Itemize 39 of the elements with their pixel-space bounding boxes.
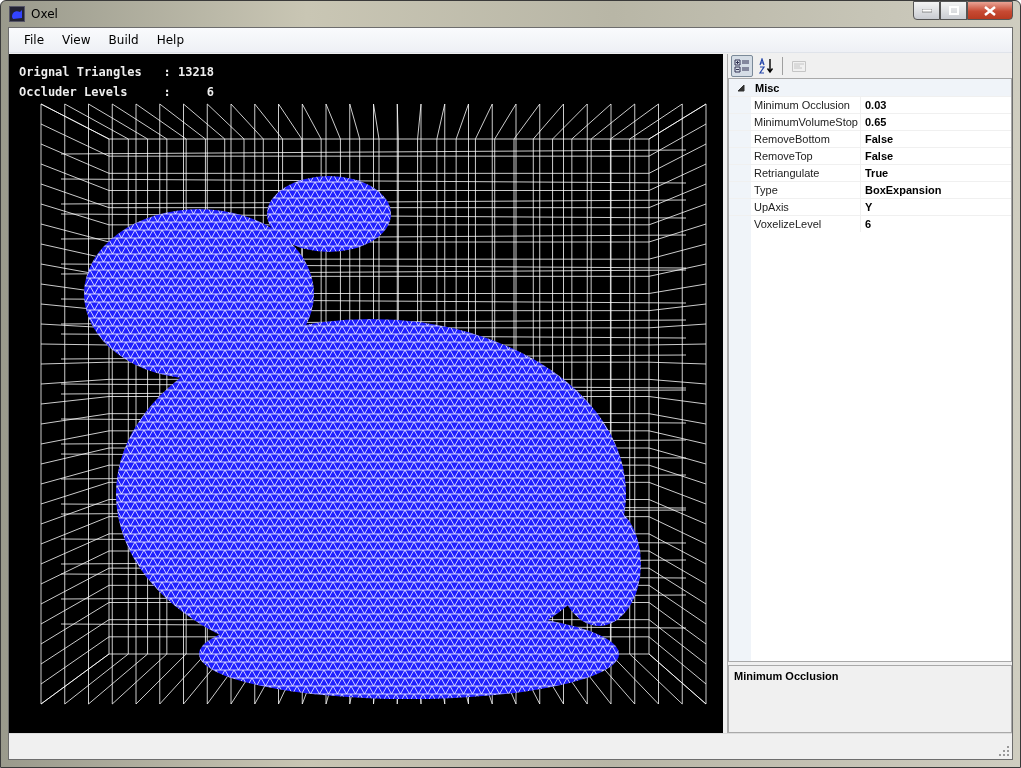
sort-az-icon <box>758 58 774 74</box>
collapse-icon[interactable] <box>737 83 745 92</box>
categorized-view-button[interactable] <box>731 55 753 77</box>
minimize-icon <box>921 8 932 13</box>
description-title: Minimum Occlusion <box>734 670 839 682</box>
property-value[interactable]: 0.65 <box>861 114 1011 130</box>
maximize-icon <box>948 6 959 15</box>
property-value[interactable]: Y <box>861 199 1011 215</box>
property-name[interactable]: RemoveTop <box>751 148 861 164</box>
window-title: Oxel <box>31 7 58 21</box>
property-name[interactable]: VoxelizeLevel <box>751 216 861 232</box>
category-label: Misc <box>755 81 780 94</box>
menu-item[interactable]: File <box>15 30 54 50</box>
property-value[interactable]: False <box>861 131 1011 147</box>
stats-text: Occluder Levels : 6 <box>19 84 215 101</box>
property-name[interactable]: Retriangulate <box>751 165 861 181</box>
property-name[interactable]: Minimum Occlusion <box>751 97 861 113</box>
menu-item[interactable]: Help <box>147 30 194 50</box>
property-value[interactable]: False <box>861 148 1011 164</box>
property-name[interactable]: RemoveBottom <box>751 131 861 147</box>
3d-viewport[interactable]: Orignal Triangles : 13218 Occluder Levels : 6 <box>9 54 723 733</box>
property-pages-icon <box>791 58 807 74</box>
close-icon <box>984 5 996 16</box>
stats-text: Orignal Triangles : 13218 <box>19 64 215 81</box>
property-value[interactable]: True <box>861 165 1011 181</box>
property-name[interactable]: UpAxis <box>751 199 861 215</box>
property-value[interactable]: 0.03 <box>861 97 1011 113</box>
property-value[interactable]: BoxExpansion <box>861 182 1011 198</box>
resize-grip-icon[interactable] <box>999 746 1009 756</box>
app-icon <box>9 6 25 22</box>
menu-item[interactable]: View <box>53 30 100 50</box>
minimize-button[interactable] <box>913 1 940 20</box>
close-button[interactable] <box>967 1 1013 20</box>
property-name[interactable]: MinimumVolumeStop <box>751 114 861 130</box>
maximize-button[interactable] <box>940 1 967 20</box>
categorized-list-icon <box>734 58 750 74</box>
property-name[interactable]: Type <box>751 182 861 198</box>
property-value[interactable]: 6 <box>861 216 1011 232</box>
menu-item[interactable]: Build <box>99 30 148 50</box>
